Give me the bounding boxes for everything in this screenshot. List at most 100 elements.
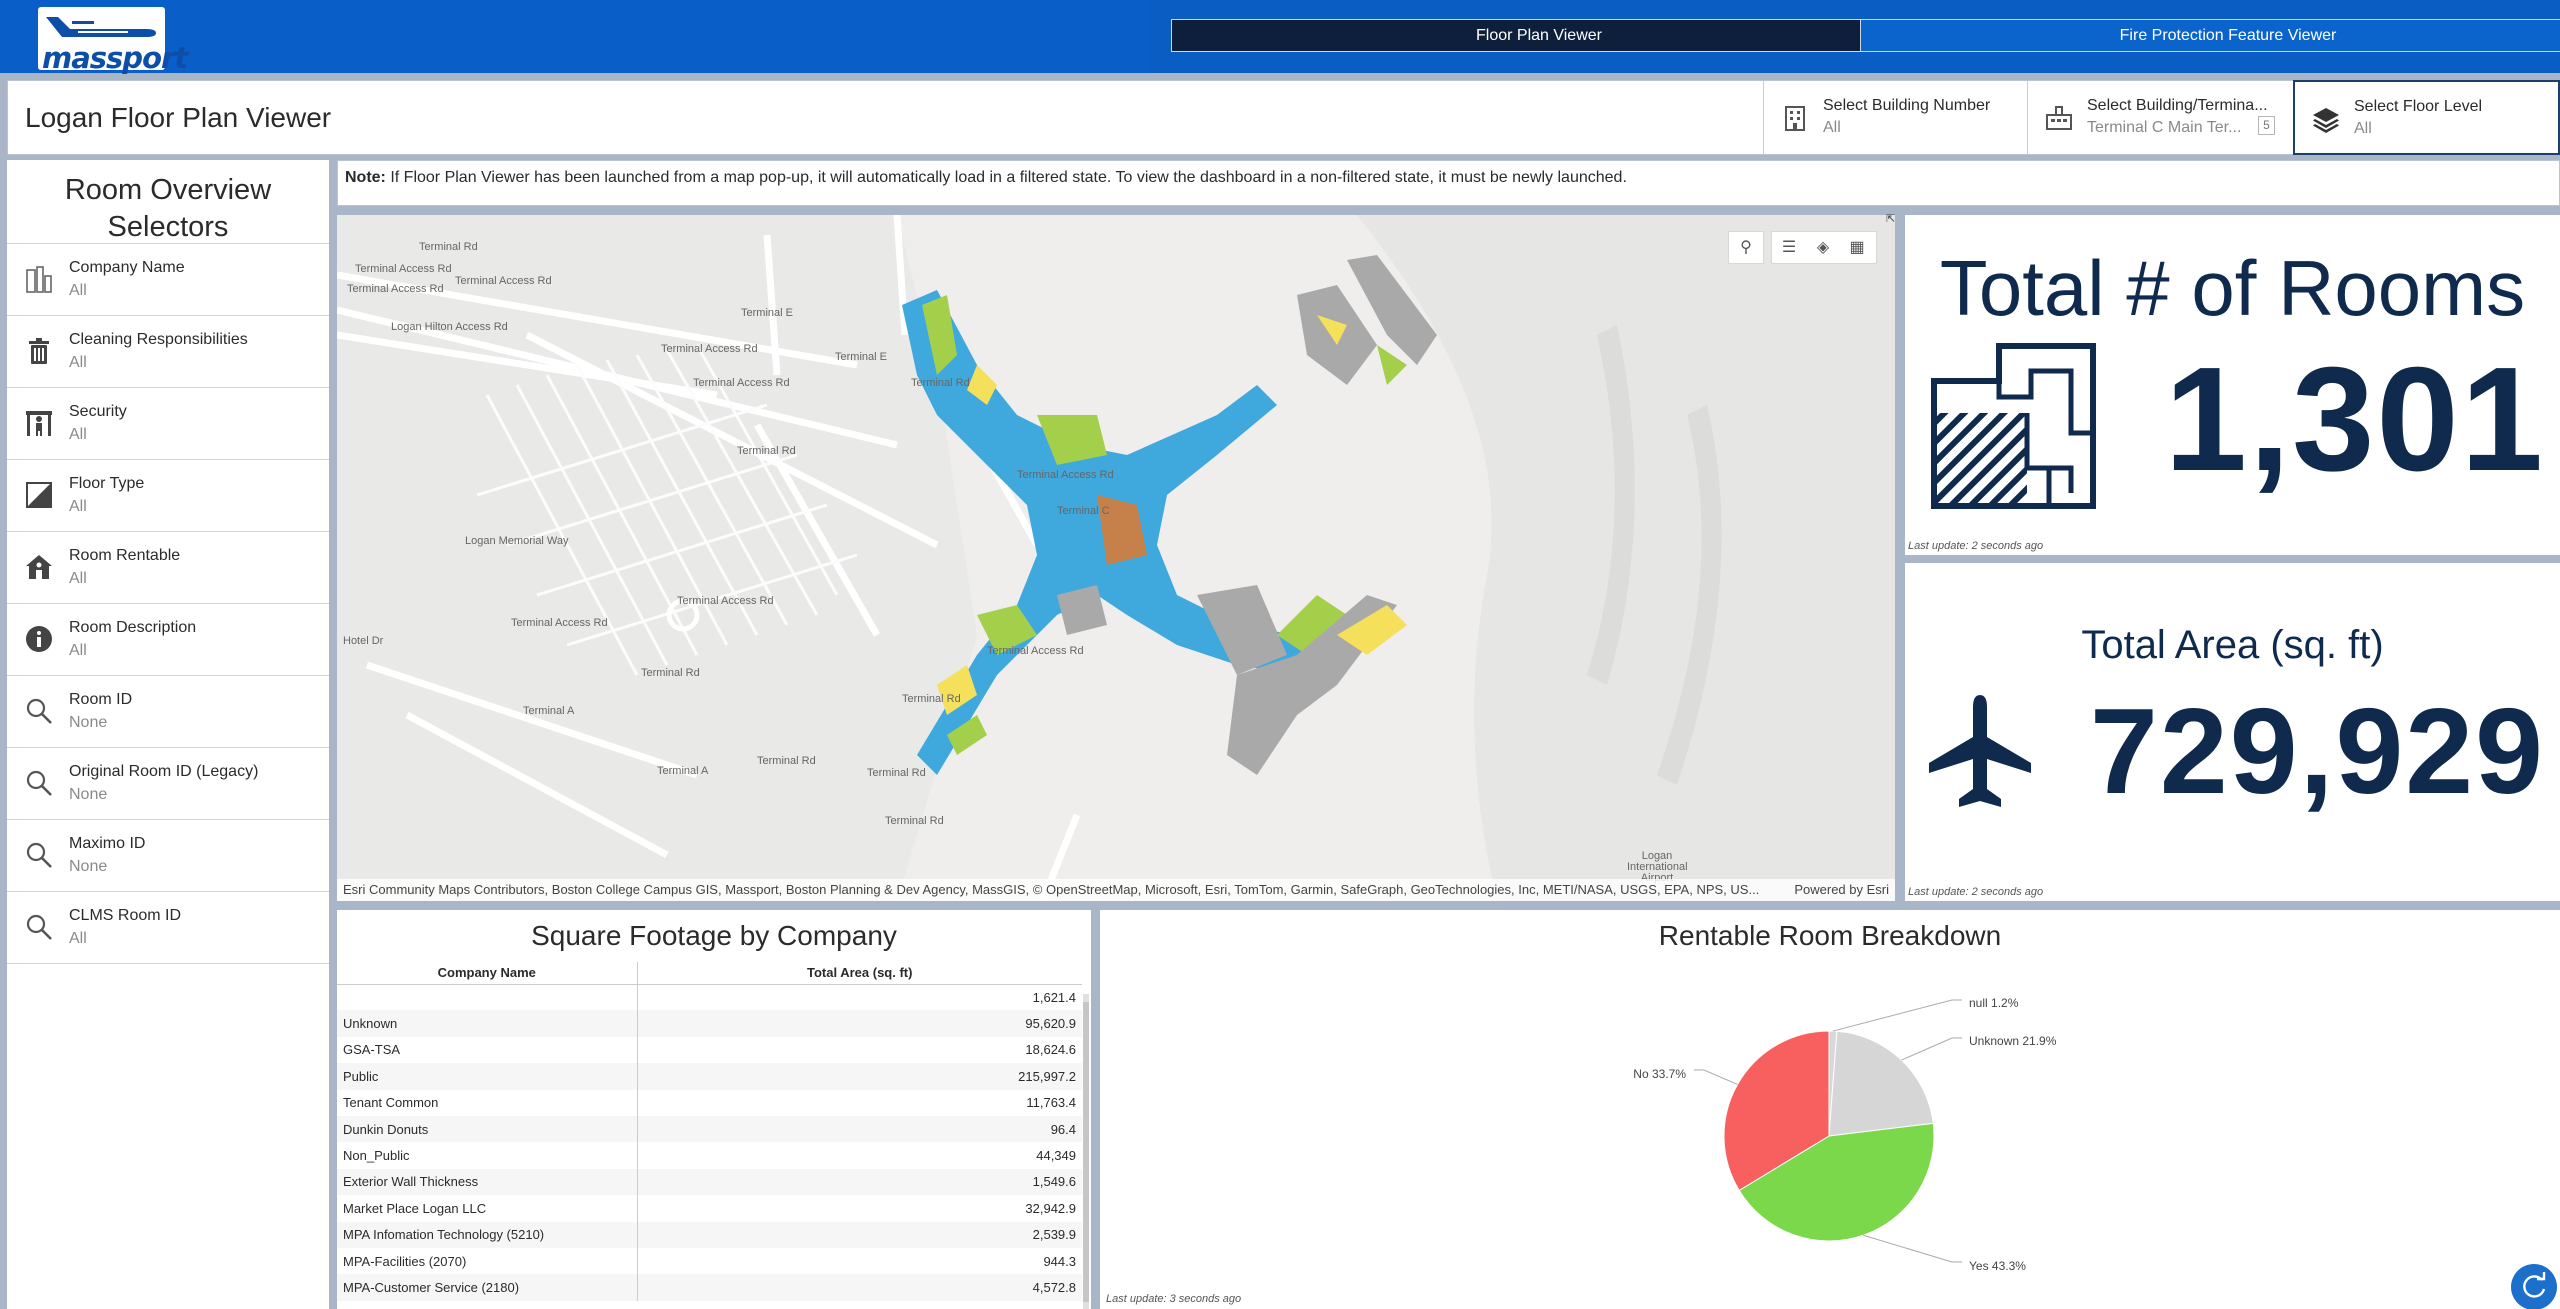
map-search-tool[interactable]: ⚲	[1728, 231, 1764, 264]
table-row[interactable]: MPA Infomation Technology (5210) 2,539.9	[337, 1221, 1082, 1248]
cell-company: Exterior Wall Thickness	[337, 1168, 638, 1196]
select-building-number[interactable]: Select Building Number All	[1763, 81, 2027, 154]
column-header-company[interactable]: Company Name	[337, 962, 638, 985]
map-label: Terminal E	[741, 307, 793, 319]
selector-value: Terminal C Main Ter...	[2087, 119, 2242, 136]
table-scrollbar[interactable]	[1083, 994, 1089, 1309]
layers-icon[interactable]: ◈	[1806, 232, 1840, 263]
map-label: Terminal Access Rd	[661, 343, 758, 355]
rentable-room-chart-card: Rentable Room Breakdown null 1.2% Unknown…	[1100, 910, 2560, 1309]
table-row[interactable]: Public 215,997.2	[337, 1063, 1082, 1090]
cell-area: 215,997.2	[637, 1063, 1082, 1090]
cell-company: Public	[337, 1063, 638, 1090]
map-label: Logan Hilton Access Rd	[391, 321, 508, 333]
cell-area: 944.3	[1043, 1253, 1076, 1269]
map-label: Terminal Rd	[885, 815, 944, 827]
filter-security[interactable]: Security All	[7, 387, 329, 460]
map-label: Terminal Rd	[902, 693, 961, 705]
filter-label: Room Rentable	[69, 547, 181, 564]
terminal-icon	[2046, 106, 2072, 130]
filter-label: Room ID	[69, 691, 133, 708]
map-label: Terminal Access Rd	[347, 283, 444, 295]
filter-label: Company Name	[69, 259, 185, 276]
select-floor-level[interactable]: Select Floor Level All	[2293, 80, 2560, 155]
floor-plan-map[interactable]: Terminal Rd Terminal Access Rd Terminal …	[337, 215, 1895, 901]
last-update: Last update: 3 seconds ago	[1106, 1293, 1242, 1305]
table-row[interactable]: MPA-Facilities (2070) 944.3	[337, 1247, 1082, 1275]
filter-maximo-id[interactable]: Maximo ID None	[7, 819, 329, 892]
room-overview-panel: Room Overview Selectors Company Name All…	[7, 160, 329, 1309]
kpi-total-area: Total Area (sq. ft) 729,929 Last update:…	[1905, 563, 2560, 901]
table-row[interactable]: MPA-Customer Service (2180) 4,572.8	[337, 1274, 1082, 1301]
cell-area: 4,572.8	[637, 1274, 1082, 1301]
filter-label: Floor Type	[69, 475, 145, 492]
selector-value: All	[2354, 120, 2372, 137]
table-row[interactable]: Unknown 95,620.9	[337, 1010, 1082, 1037]
selector-label: Select Floor Level	[2354, 98, 2483, 115]
map-label: Terminal A	[523, 705, 575, 717]
map-label: Terminal Access Rd	[1017, 469, 1114, 481]
kpi-total-rooms: Total # of Rooms 1,301 Last update: 2 se…	[1905, 215, 2560, 555]
refresh-icon	[2523, 1272, 2546, 1298]
scrollbar-thumb[interactable]	[1083, 1002, 1089, 1302]
cell-company	[337, 984, 638, 1011]
security-icon	[26, 411, 52, 436]
search-icon	[26, 914, 52, 940]
search-icon[interactable]: ⚲	[1729, 232, 1763, 263]
terminal-footprint	[902, 255, 1437, 775]
map-basemap	[337, 215, 1895, 901]
pie-slice-unknown[interactable]	[1828, 1030, 1934, 1137]
filter-value: All	[69, 354, 87, 371]
square-footage-table-card: Square Footage by Company Company Name T…	[337, 910, 1091, 1309]
map-label: Hotel Dr	[343, 635, 384, 647]
table-row[interactable]: GSA-TSA 18,624.6	[337, 1036, 1082, 1064]
filter-value: None	[69, 786, 108, 803]
table-row[interactable]: 1,621.4	[337, 984, 1082, 1011]
filter-value: All	[69, 498, 87, 515]
last-update: Last update: 2 seconds ago	[1908, 540, 2044, 552]
table-row[interactable]: Tenant Common 11,763.4	[337, 1089, 1082, 1116]
filter-cleaning-responsibilities[interactable]: Cleaning Responsibilities All	[7, 315, 329, 388]
filter-floor-type[interactable]: Floor Type All	[7, 459, 329, 532]
square-footage-table: Company Name Total Area (sq. ft) 1,621.4…	[337, 962, 1082, 1301]
expand-icon[interactable]: ⇱	[1886, 212, 1900, 226]
kpi-title: Total # of Rooms	[1939, 244, 2526, 332]
table-row[interactable]: Market Place Logan LLC 32,942.9	[337, 1195, 1082, 1222]
cell-area: 32,942.9	[1025, 1200, 1076, 1216]
map-label: Terminal Access Rd	[987, 645, 1084, 657]
select-building-terminal[interactable]: Select Building/Termina... Terminal C Ma…	[2027, 81, 2291, 154]
search-icon	[26, 770, 52, 796]
table-row[interactable]: Non_Public 44,349	[337, 1142, 1082, 1169]
refresh-button[interactable]	[2511, 1264, 2557, 1309]
filter-value: All	[69, 282, 87, 299]
pie-leader-line	[1863, 1234, 1962, 1263]
filter-room-description[interactable]: Room Description All	[7, 603, 329, 676]
filter-room-id[interactable]: Room ID None	[7, 675, 329, 748]
pie-leader-line	[1832, 999, 1962, 1032]
filter-room-rentable[interactable]: Room Rentable All	[7, 531, 329, 604]
pie-leader-line	[1901, 1037, 1962, 1061]
filter-company-name[interactable]: Company Name All	[7, 243, 329, 316]
nav-fire-protection-viewer[interactable]: Fire Protection Feature Viewer	[1860, 19, 2560, 52]
selector-value: All	[1823, 119, 1841, 136]
table-title: Square Footage by Company	[531, 920, 897, 951]
table-row[interactable]: Dunkin Donuts 96.4	[337, 1115, 1082, 1143]
basemap-gallery-icon[interactable]: ▦	[1840, 232, 1874, 263]
filter-label: Security	[69, 403, 127, 420]
filter-clms-room-id[interactable]: CLMS Room ID All	[7, 891, 329, 964]
filter-label: Cleaning Responsibilities	[69, 331, 248, 348]
cell-area: 96.4	[637, 1115, 1082, 1143]
powered-by-esri[interactable]: Powered by Esri	[1794, 882, 1889, 897]
map-attribution: Esri Community Maps Contributors, Boston…	[337, 879, 1895, 901]
nav-floor-plan-viewer[interactable]: Floor Plan Viewer	[1171, 19, 1907, 52]
title-bar: Logan Floor Plan Viewer Select Building …	[7, 80, 2560, 155]
column-header-area[interactable]: Total Area (sq. ft)	[637, 962, 1082, 985]
cell-area: 2,539.9	[637, 1221, 1082, 1248]
attribution-text: Esri Community Maps Contributors, Boston…	[343, 882, 1760, 897]
filter-value: None	[69, 714, 108, 731]
map-label: Terminal C	[1057, 505, 1110, 517]
logo-text: massport	[42, 41, 188, 75]
table-row[interactable]: Exterior Wall Thickness 1,549.6	[337, 1168, 1082, 1196]
legend-icon[interactable]: ☰	[1772, 232, 1806, 263]
filter-original-room-id[interactable]: Original Room ID (Legacy) None	[7, 747, 329, 820]
